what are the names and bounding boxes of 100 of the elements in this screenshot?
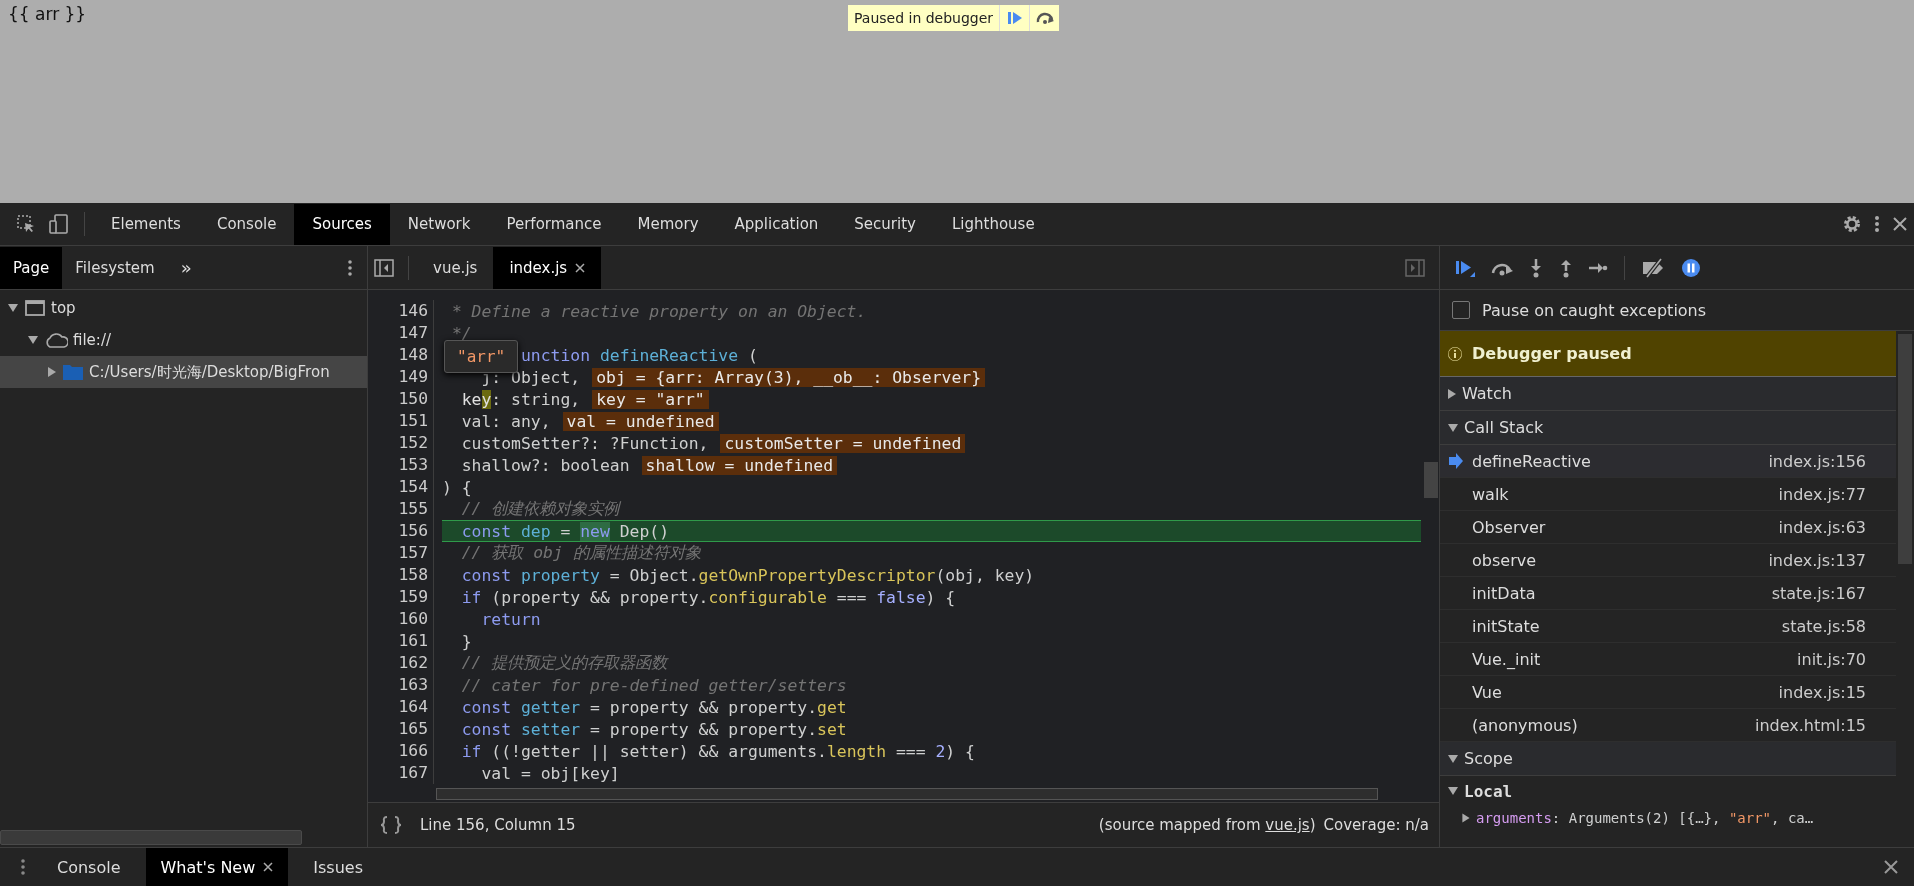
line-number: 155 xyxy=(368,498,434,520)
code-line: ) { xyxy=(442,476,472,498)
tree-item[interactable]: C:/Users/时光海/Desktop/BigFron xyxy=(0,356,367,388)
resume-icon xyxy=(1006,11,1023,25)
line-number: 154 xyxy=(368,476,434,498)
line-number: 157 xyxy=(368,542,434,564)
call-frame[interactable]: initState state.js:58 xyxy=(1440,610,1896,643)
code-line: const setter = property && property.set xyxy=(461,718,847,740)
paused-label: Paused in debugger xyxy=(853,10,995,26)
navigator-tab[interactable]: Page xyxy=(0,246,63,289)
line-number: 167 xyxy=(368,762,434,784)
info-icon xyxy=(1448,346,1462,361)
line-number: 150 xyxy=(368,388,434,410)
banner-text: Debugger paused xyxy=(1472,344,1632,363)
line-number: 165 xyxy=(368,718,434,740)
expand-arrow-icon xyxy=(1462,813,1470,823)
cursor-position: Line 156, Column 15 xyxy=(420,816,576,834)
line-number: 146 xyxy=(368,300,434,322)
call-frame[interactable]: walk index.js:77 xyxy=(1440,478,1896,511)
call-frame[interactable]: Vue index.js:15 xyxy=(1440,676,1896,709)
line-number: 148 xyxy=(368,344,434,366)
close-icon[interactable] xyxy=(575,262,586,273)
checkbox[interactable] xyxy=(1452,301,1470,319)
code-line: * Define a reactive property on an Object. xyxy=(451,300,867,322)
scrollbar[interactable] xyxy=(1898,334,1912,564)
call-frame[interactable]: Vue._init init.js:70 xyxy=(1440,643,1896,676)
expand-arrow-icon xyxy=(1448,423,1458,432)
line-number: 152 xyxy=(368,432,434,454)
line-number: 163 xyxy=(368,674,434,696)
step-over-icon xyxy=(1034,11,1055,25)
panel-tab[interactable]: Lighthouse xyxy=(933,203,1053,245)
code-line: unction defineReactive ( xyxy=(520,344,758,366)
line-number: 164 xyxy=(368,696,434,718)
line-number: 159 xyxy=(368,586,434,608)
line-number: 151 xyxy=(368,410,434,432)
call-frame[interactable]: initData state.js:167 xyxy=(1440,577,1896,610)
source-link[interactable]: vue.js xyxy=(1265,816,1310,834)
pane-header[interactable]: Call Stack xyxy=(1440,411,1896,445)
source-map-note: (source mapped from vue.js) xyxy=(1098,816,1316,834)
code-line: customSetter?: ?Function, customSetter = undefined xyxy=(461,432,966,454)
panel-tab[interactable]: Network xyxy=(389,203,489,245)
code-line: // cater for pre-defined getter/setters xyxy=(461,674,847,696)
panel-tab[interactable]: Application xyxy=(716,203,837,245)
code-line: val: any, val = undefined xyxy=(461,410,719,432)
call-frame[interactable]: defineReactive index.js:156 xyxy=(1440,445,1896,478)
panel-tab[interactable]: Security xyxy=(836,203,934,245)
panel-tab[interactable]: Memory xyxy=(619,203,717,245)
pane-header[interactable]: Scope xyxy=(1440,742,1896,776)
line-number: 147 xyxy=(368,322,434,344)
line-number: 158 xyxy=(368,564,434,586)
expand-arrow-icon xyxy=(8,304,18,312)
folder-icon xyxy=(62,362,84,382)
tree-item[interactable]: top xyxy=(0,292,367,324)
expand-arrow-icon xyxy=(28,336,38,344)
hover-tooltip: "arr" xyxy=(444,340,519,373)
code-line: val = obj[key] xyxy=(481,762,620,784)
code-line: } xyxy=(461,630,472,652)
code-line: const getter = property && property.get xyxy=(461,696,847,718)
call-frame[interactable]: observe index.js:137 xyxy=(1440,544,1896,577)
scrollbar[interactable] xyxy=(436,788,1378,800)
more-tabs-button[interactable]: » xyxy=(167,246,205,289)
drawer-tab[interactable]: What's New xyxy=(145,848,289,886)
code-line: if ((!getter || setter) && arguments.length === 2) { xyxy=(461,740,975,762)
line-number: 156 xyxy=(368,520,434,542)
line-number: 149 xyxy=(368,366,434,388)
code-line: // 提供预定义的存取器函数 xyxy=(461,652,668,674)
drawer-tab[interactable]: Issues xyxy=(298,848,378,886)
line-number: 161 xyxy=(368,630,434,652)
panel-tab[interactable]: Performance xyxy=(488,203,620,245)
code-line: const property = Object.getOwnPropertyDescriptor(obj, key) xyxy=(461,564,1035,586)
navigator-tab[interactable]: Filesystem xyxy=(62,246,168,289)
checkbox-label: Pause on caught exceptions xyxy=(1482,300,1707,320)
window-icon xyxy=(24,298,46,318)
scope-variable[interactable]: arguments: Arguments(2) [{…}, "arr", ca… xyxy=(1440,806,1896,830)
drawer-tab[interactable]: Console xyxy=(42,848,136,886)
close-icon[interactable] xyxy=(263,862,274,872)
code-line: return xyxy=(481,608,541,630)
expand-arrow-icon xyxy=(1448,754,1458,763)
tree-item[interactable]: file:// xyxy=(0,324,367,356)
line-number: 153 xyxy=(368,454,434,476)
expand-arrow-icon xyxy=(1448,787,1458,795)
coverage-label: Coverage: n/a xyxy=(1323,816,1429,834)
code-line: // 创建依赖对象实例 xyxy=(461,498,620,520)
panel-tab[interactable]: Sources xyxy=(294,203,390,245)
pane-header[interactable]: Watch xyxy=(1440,377,1896,411)
file-tab[interactable]: index.js xyxy=(493,246,602,289)
file-tab[interactable]: vue.js xyxy=(417,246,494,289)
expand-arrow-icon xyxy=(1448,388,1456,399)
call-frame[interactable]: Observer index.js:63 xyxy=(1440,511,1896,544)
panel-tab[interactable]: Elements xyxy=(93,203,199,245)
code-line: key: string, key = "arr" xyxy=(461,388,709,410)
cloud-icon xyxy=(44,330,68,350)
scrollbar[interactable] xyxy=(0,830,302,845)
line-number: 160 xyxy=(368,608,434,630)
arrow-icon xyxy=(1448,453,1464,469)
code-line: shallow?: boolean shallow = undefined xyxy=(461,454,837,476)
panel-tab[interactable]: Console xyxy=(198,203,295,245)
scrollbar[interactable] xyxy=(1424,462,1438,498)
code-line: // 获取 obj 的属性描述符对象 xyxy=(461,542,701,564)
page-text: {{ arr }} xyxy=(8,4,87,24)
